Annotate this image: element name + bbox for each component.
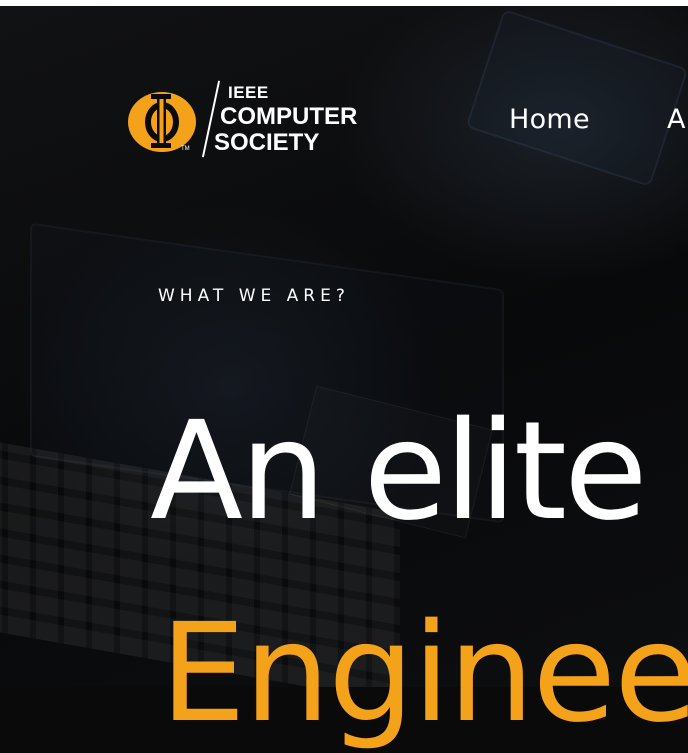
logo-trademark: TM — [181, 146, 190, 152]
site-logo[interactable]: TM IEEE COMPUTER SOCIETY — [126, 80, 376, 160]
logo-line-ieee: IEEE — [228, 83, 269, 102]
logo-line-society: SOCIETY — [214, 129, 320, 156]
logo-wordmark: IEEE COMPUTER SOCIETY — [214, 83, 358, 155]
nav-item-home[interactable]: Home — [509, 104, 590, 135]
logo-line-computer: COMPUTER — [220, 103, 358, 130]
hero-headline-accent: Enginee — [160, 595, 688, 753]
background-calculator — [465, 9, 688, 187]
hero-headline: An elite — [150, 393, 648, 551]
hero-eyebrow: WHAT WE ARE? — [158, 286, 350, 306]
nav-item-about[interactable]: Al — [667, 104, 688, 135]
main-nav: Home Al — [509, 104, 688, 135]
